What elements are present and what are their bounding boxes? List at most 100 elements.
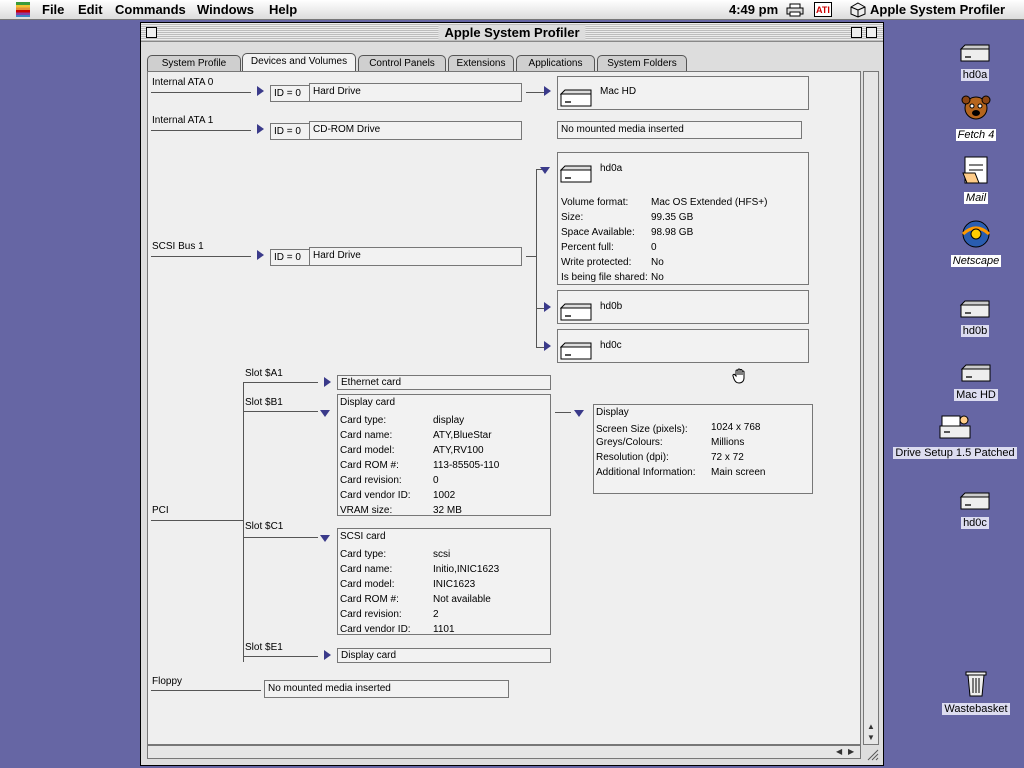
volume-box-hd0b[interactable]: hd0b	[557, 290, 809, 324]
device-name[interactable]: CD-ROM Drive	[309, 121, 522, 140]
zoom-box-icon[interactable]	[851, 27, 862, 38]
card-box-display[interactable]: Display card Card type: display Card nam…	[337, 394, 551, 516]
horizontal-scrollbar[interactable]: ◀ ▶	[147, 745, 861, 759]
card-name[interactable]: Ethernet card	[337, 375, 551, 390]
disclosure-triangle[interactable]	[540, 167, 550, 174]
desktop-icon-drive-setup[interactable]: Drive Setup 1.5 Patched	[892, 412, 1018, 459]
bus-label-floppy: Floppy	[152, 676, 183, 687]
detail-key: Additional Information:	[596, 467, 696, 478]
fetch-dog-icon	[961, 95, 991, 120]
desktop-icon-label: hd0a	[960, 69, 990, 81]
desktop-icon-hd0c[interactable]: hd0c	[950, 490, 1000, 529]
detail-value: No	[651, 272, 664, 283]
tab-applications[interactable]: Applications	[516, 55, 595, 71]
detail-key: Card ROM #:	[340, 460, 399, 471]
desktop-icon-label: Mac HD	[954, 389, 998, 401]
hand-cursor-icon	[732, 368, 745, 384]
card-name[interactable]: Display card	[337, 648, 551, 663]
desktop-icon-hd0b[interactable]: hd0b	[950, 298, 1000, 337]
volume-name: Mac HD	[600, 86, 637, 97]
detail-value: 0	[651, 242, 657, 253]
volume-box[interactable]: Mac HD	[557, 76, 809, 110]
hard-disk-icon	[959, 300, 990, 318]
detail-value: Main screen	[711, 467, 766, 478]
detail-value: scsi	[433, 549, 451, 560]
detail-key: Volume format:	[561, 197, 629, 208]
tab-system-folders[interactable]: System Folders	[597, 55, 687, 71]
scroll-right-icon[interactable]: ▶	[848, 747, 854, 756]
device-id: ID = 0	[270, 85, 310, 102]
desktop-icon-label: Netscape	[950, 255, 1002, 267]
detail-key: Screen Size (pixels):	[596, 424, 688, 435]
apple-menu-icon[interactable]	[16, 2, 30, 17]
disclosure-triangle[interactable]	[257, 86, 264, 96]
disclosure-triangle[interactable]	[257, 250, 264, 260]
desktop-icon-netscape[interactable]: Netscape	[946, 218, 1006, 267]
disclosure-triangle[interactable]	[544, 302, 551, 312]
ati-icon[interactable]: ATI	[814, 2, 832, 17]
detail-key: Write protected:	[561, 257, 632, 268]
system-profiler-app-icon[interactable]	[850, 2, 866, 18]
desktop-icon-hd0a[interactable]: hd0a	[950, 42, 1000, 81]
disclosure-triangle[interactable]	[544, 86, 551, 96]
device-id: ID = 0	[270, 249, 310, 266]
card-title: SCSI card	[340, 531, 386, 542]
menu-clock[interactable]: 4:49 pm	[729, 2, 778, 17]
tab-bar: System Profile Devices and Volumes Contr…	[147, 53, 877, 71]
desktop-icon-wastebasket[interactable]: Wastebasket	[940, 668, 1012, 715]
collapse-box-icon[interactable]	[866, 27, 877, 38]
desktop-icon-mac-hd[interactable]: Mac HD	[950, 362, 1002, 401]
menu-help[interactable]: Help	[269, 2, 297, 17]
menu-commands[interactable]: Commands	[115, 2, 186, 17]
disclosure-triangle[interactable]	[324, 650, 331, 660]
svg-text:ATI: ATI	[816, 5, 830, 15]
detail-value: 1024 x 768	[711, 422, 761, 433]
tab-extensions[interactable]: Extensions	[448, 55, 514, 71]
disclosure-triangle[interactable]	[257, 124, 264, 134]
detail-value: 1002	[433, 490, 456, 501]
detail-key: Card vendor ID:	[340, 624, 411, 635]
detail-key: Space Available:	[561, 227, 635, 238]
scroll-up-icon[interactable]: ▲	[867, 722, 875, 731]
printer-icon[interactable]	[786, 3, 804, 17]
hard-disk-icon	[560, 303, 592, 321]
disclosure-triangle[interactable]	[320, 410, 330, 417]
resize-grip-icon[interactable]	[865, 747, 879, 761]
tab-devices-and-volumes[interactable]: Devices and Volumes	[242, 53, 356, 71]
desktop-icon-fetch[interactable]: Fetch 4	[948, 92, 1004, 141]
detail-value: 0	[433, 475, 439, 486]
menu-windows[interactable]: Windows	[197, 2, 254, 17]
tab-control-panels[interactable]: Control Panels	[358, 55, 446, 71]
tab-system-profile[interactable]: System Profile	[147, 55, 241, 71]
device-name[interactable]: Hard Drive	[309, 83, 522, 102]
scroll-left-icon[interactable]: ◀	[836, 747, 842, 756]
disclosure-triangle[interactable]	[324, 377, 331, 387]
disclosure-triangle[interactable]	[320, 535, 330, 542]
slot-label: Slot $E1	[245, 642, 283, 653]
card-box-scsi[interactable]: SCSI card Card type: scsi Card name: Ini…	[337, 528, 551, 635]
detail-value: 98.98 GB	[651, 227, 694, 238]
disclosure-triangle[interactable]	[544, 341, 551, 351]
device-name[interactable]: Hard Drive	[309, 247, 522, 266]
devices-tree-view[interactable]: Internal ATA 0 ID = 0 Hard Drive Mac HD …	[147, 71, 861, 745]
hard-disk-icon	[960, 364, 991, 382]
slot-label: Slot $C1	[245, 521, 284, 532]
hard-disk-icon	[959, 492, 990, 510]
disclosure-triangle[interactable]	[574, 410, 584, 417]
menu-file[interactable]: File	[42, 2, 64, 17]
application-menu[interactable]: Apple System Profiler	[870, 2, 1005, 17]
window-title-bar[interactable]: Apple System Profiler	[141, 23, 883, 42]
display-info-box[interactable]: Display Screen Size (pixels): 1024 x 768…	[593, 404, 813, 494]
detail-key: Card type:	[340, 549, 387, 560]
detail-value: 72 x 72	[711, 452, 744, 463]
volume-name: hd0c	[600, 340, 622, 351]
close-box-icon[interactable]	[146, 27, 157, 38]
bus-label-pci: PCI	[152, 505, 169, 516]
desktop-icon-mail[interactable]: Mail	[950, 155, 1002, 204]
volume-box-hd0a[interactable]: hd0a Volume format: Mac OS Extended (HFS…	[557, 152, 809, 285]
menu-edit[interactable]: Edit	[78, 2, 103, 17]
vertical-scrollbar[interactable]: ▲ ▼	[863, 71, 879, 745]
scroll-down-icon[interactable]: ▼	[867, 733, 875, 742]
detail-value: 2	[433, 609, 439, 620]
volume-box-hd0c[interactable]: hd0c	[557, 329, 809, 363]
